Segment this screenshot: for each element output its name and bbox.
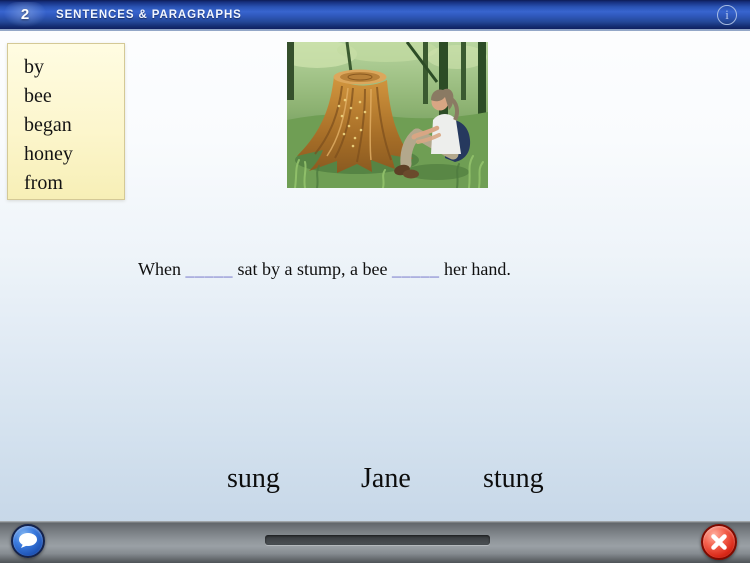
speech-bubble-button[interactable] xyxy=(11,524,45,558)
stump-illustration xyxy=(287,42,488,188)
title-bar: 2 SENTENCES & PARAGRAPHS i xyxy=(0,0,750,29)
close-icon[interactable] xyxy=(701,524,737,560)
app-window: 2 SENTENCES & PARAGRAPHS i by bee began … xyxy=(0,0,750,563)
sentence-blank-1[interactable]: _____ xyxy=(185,259,233,279)
sentence-part: When xyxy=(138,259,181,279)
word-bank-note: by bee began honey from xyxy=(7,43,125,200)
lesson-number-badge: 2 xyxy=(4,2,46,27)
stump-illustration-svg xyxy=(287,42,488,188)
progress-track xyxy=(265,535,490,545)
sentence-part: sat by a stump, a bee xyxy=(237,259,387,279)
word-bank-word: from xyxy=(24,169,124,198)
sentence-part: her hand. xyxy=(444,259,511,279)
choice-word-stung[interactable]: stung xyxy=(483,463,544,495)
word-bank-word: began xyxy=(24,111,124,140)
close-x-glyph xyxy=(708,531,730,553)
word-bank-word: honey xyxy=(24,140,124,169)
word-bank-word: bee xyxy=(24,82,124,111)
info-icon[interactable]: i xyxy=(717,5,737,25)
page-title: SENTENCES & PARAGRAPHS xyxy=(56,0,242,29)
sentence-text: When _____ sat by a stump, a bee _____ h… xyxy=(138,254,511,284)
header-divider xyxy=(0,29,750,31)
speech-bubble-icon xyxy=(16,529,40,553)
info-glyph: i xyxy=(725,7,729,23)
sentence-blank-2[interactable]: _____ xyxy=(392,259,440,279)
lesson-number: 2 xyxy=(21,6,29,23)
choice-word-sung[interactable]: sung xyxy=(227,463,280,495)
choice-word-jane[interactable]: Jane xyxy=(361,463,411,495)
word-bank-word: by xyxy=(24,53,124,82)
